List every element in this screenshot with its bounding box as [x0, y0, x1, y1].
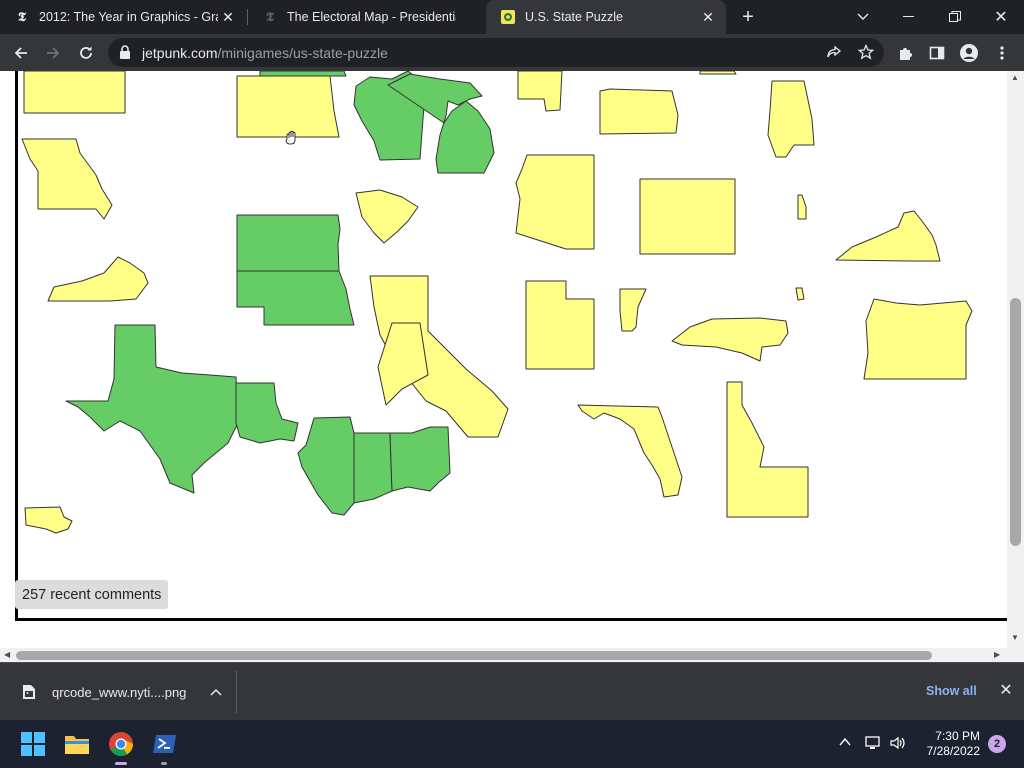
url-text[interactable]: jetpunk.com/minigames/us-state-puzzle: [142, 45, 388, 61]
piece-oregon[interactable]: [863, 298, 973, 380]
page-viewport: 257 recent comments ▲ ▼ ◀ ▶: [0, 71, 1024, 662]
volume-icon[interactable]: [889, 735, 907, 751]
piece-missouri[interactable]: [21, 138, 113, 220]
image-file-icon: [23, 685, 35, 699]
notification-badge[interactable]: 2: [988, 735, 1006, 753]
piece-washington-edge[interactable]: [699, 71, 737, 75]
horizontal-scrollbar[interactable]: ◀ ▶: [0, 648, 1024, 662]
scroll-down-icon[interactable]: ▼: [1011, 633, 1019, 642]
clock-time: 7:30 PM: [935, 729, 980, 743]
piece-ohio[interactable]: [389, 426, 451, 492]
browser-toolbar: jetpunk.com/minigames/us-state-puzzle: [0, 34, 1024, 71]
profile-avatar-icon[interactable]: [956, 40, 982, 66]
scroll-right-icon[interactable]: ▶: [994, 650, 1000, 659]
piece-florida[interactable]: [577, 404, 683, 498]
extensions-puzzle-icon[interactable]: [893, 40, 919, 66]
piece-colorado[interactable]: [639, 178, 736, 255]
piece-north-dakota-loose[interactable]: [236, 75, 340, 138]
piece-new-jersey[interactable]: [517, 71, 563, 112]
chrome-active-indicator: [115, 762, 127, 765]
forward-button[interactable]: [40, 40, 66, 66]
back-button[interactable]: [8, 40, 34, 66]
piece-vermont[interactable]: [619, 288, 647, 332]
download-item[interactable]: qrcode_www.nyti....png: [10, 673, 236, 711]
scroll-left-icon[interactable]: ◀: [4, 650, 10, 659]
share-icon[interactable]: [821, 39, 847, 65]
jetpunk-icon: [500, 9, 516, 25]
tab-title: The Electoral Map - Presidential R: [287, 10, 456, 24]
piece-massachusetts[interactable]: [24, 506, 73, 534]
lock-icon[interactable]: [118, 45, 132, 60]
bookmark-star-icon[interactable]: [853, 39, 879, 65]
new-tab-button[interactable]: +: [736, 5, 760, 29]
download-shelf: qrcode_www.nyti....png Show all ✕: [0, 662, 1024, 720]
piece-pennsylvania[interactable]: [599, 88, 679, 135]
tab-year-in-graphics[interactable]: 𝕿 2012: The Year in Graphics - Grap ✕: [0, 0, 246, 34]
tab-title: U.S. State Puzzle: [525, 10, 623, 24]
piece-kentucky[interactable]: [47, 256, 149, 302]
piece-north-carolina[interactable]: [671, 317, 789, 362]
puzzle-pieces: [21, 71, 973, 534]
download-filename: qrcode_www.nyti....png: [52, 684, 187, 700]
piece-illinois[interactable]: [297, 416, 355, 516]
menu-kebab-icon[interactable]: [989, 40, 1015, 66]
chrome-icon[interactable]: [107, 730, 135, 758]
minimize-button[interactable]: [886, 0, 932, 34]
tab-electoral-map[interactable]: 𝕿 The Electoral Map - Presidential R ✕: [248, 0, 484, 34]
windows-start-icon[interactable]: [19, 730, 47, 758]
close-icon[interactable]: ✕: [698, 7, 718, 27]
piece-arizona[interactable]: [515, 154, 595, 250]
piece-nebraska[interactable]: [236, 270, 355, 326]
nyt-icon: 𝕿: [18, 9, 26, 25]
tab-strip: 𝕿 2012: The Year in Graphics - Grap ✕ 𝕿 …: [0, 0, 1024, 34]
vertical-scrollbar[interactable]: ▲ ▼: [1007, 71, 1024, 648]
windows-taskbar: 7:30 PM 7/28/2022 2: [0, 720, 1024, 768]
network-icon[interactable]: [864, 735, 882, 751]
address-bar[interactable]: jetpunk.com/minigames/us-state-puzzle: [108, 38, 884, 67]
piece-montana-loose[interactable]: [23, 71, 126, 114]
vertical-scroll-thumb[interactable]: [1010, 298, 1021, 546]
shelf-divider: [236, 671, 237, 713]
piece-texas[interactable]: [65, 324, 239, 494]
piece-idaho[interactable]: [726, 381, 809, 518]
horizontal-scroll-thumb[interactable]: [16, 651, 932, 660]
piece-alabama[interactable]: [767, 80, 815, 158]
piece-indiana[interactable]: [353, 432, 393, 504]
piece-utah[interactable]: [525, 280, 595, 370]
piece-south-carolina[interactable]: [355, 189, 419, 244]
recent-comments-button[interactable]: 257 recent comments: [15, 580, 169, 609]
chevron-up-icon[interactable]: [838, 735, 852, 749]
tab-search-chevron-icon[interactable]: [840, 0, 886, 34]
scroll-up-icon[interactable]: ▲: [1011, 73, 1019, 82]
piece-north-dakota-top[interactable]: [259, 71, 347, 77]
close-shelf-icon[interactable]: ✕: [996, 680, 1016, 700]
side-panel-icon[interactable]: [924, 40, 950, 66]
chevron-up-icon[interactable]: [210, 688, 222, 696]
piece-virginia[interactable]: [835, 210, 941, 262]
reload-button[interactable]: [73, 40, 99, 66]
close-icon[interactable]: ✕: [218, 7, 238, 27]
piece-delaware[interactable]: [797, 194, 807, 220]
clock-date: 7/28/2022: [926, 744, 980, 758]
restore-button[interactable]: [932, 0, 978, 34]
tab-title: 2012: The Year in Graphics - Grap: [39, 10, 218, 24]
file-explorer-icon[interactable]: [63, 730, 91, 758]
powershell-icon[interactable]: [151, 730, 179, 758]
powershell-running-indicator: [161, 762, 167, 765]
show-all-button[interactable]: Show all: [926, 684, 977, 698]
system-clock[interactable]: 7:30 PM 7/28/2022: [912, 729, 980, 759]
close-window-button[interactable]: ✕: [978, 0, 1024, 34]
nyt-icon: 𝕿: [266, 9, 274, 25]
piece-louisiana[interactable]: [235, 382, 299, 444]
piece-rhode-island[interactable]: [795, 287, 805, 301]
piece-south-dakota[interactable]: [236, 214, 341, 272]
tab-us-state-puzzle[interactable]: U.S. State Puzzle ✕: [486, 0, 726, 34]
